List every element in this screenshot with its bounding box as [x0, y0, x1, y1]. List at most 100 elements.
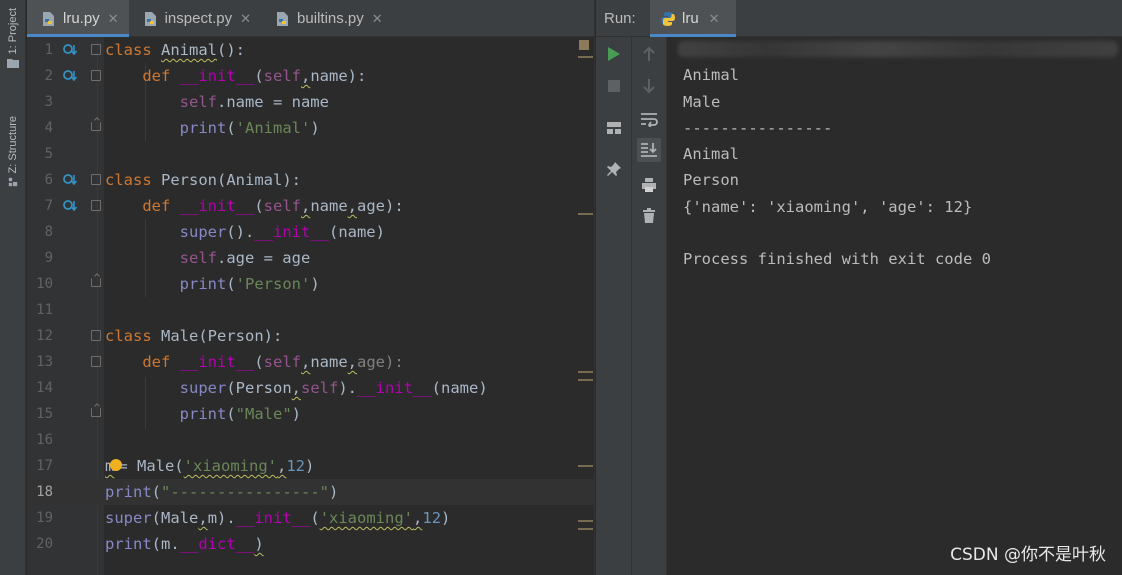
overridden-method-icon[interactable]	[63, 69, 78, 83]
structure-tool-label: Z: Structure	[7, 116, 19, 174]
line-number: 13	[36, 354, 53, 370]
folder-icon	[7, 59, 19, 69]
code-line: 2 def __init__(self,name):	[27, 63, 594, 89]
fold-end-icon[interactable]	[91, 122, 101, 131]
line-number: 15	[36, 406, 53, 422]
line-number: 1	[44, 42, 53, 58]
layout-button[interactable]	[602, 116, 626, 140]
close-icon[interactable]: ✕	[709, 11, 720, 27]
overridden-method-icon[interactable]	[63, 43, 78, 57]
watermark: CSDN @你不是叶秋	[950, 545, 1106, 565]
fold-end-icon[interactable]	[91, 278, 101, 287]
console-line: Person	[683, 171, 739, 189]
soft-wrap-icon	[641, 113, 658, 127]
scroll-to-end-icon	[641, 143, 657, 157]
scroll-marker[interactable]	[578, 371, 593, 373]
code-line: 4 print('Animal')	[27, 115, 594, 141]
run-toolbar-secondary	[632, 37, 667, 575]
tab-lru-py[interactable]: lru.py ✕	[27, 0, 129, 37]
close-icon[interactable]: ✕	[240, 11, 251, 27]
fold-marker-icon[interactable]	[91, 200, 101, 211]
pin-tab-button[interactable]	[602, 157, 626, 181]
scroll-marker[interactable]	[578, 528, 593, 530]
code-line: 7 def __init__(self,name,age):	[27, 193, 594, 219]
line-number: 6	[44, 172, 53, 188]
fold-marker-icon[interactable]	[91, 174, 101, 185]
soft-wrap-button[interactable]	[637, 107, 661, 131]
overridden-method-icon[interactable]	[63, 173, 78, 187]
code-text: class Male(Person):	[105, 327, 283, 345]
code-line: 17 m= Male('xiaoming',12)	[27, 453, 594, 479]
scroll-marker[interactable]	[578, 379, 593, 381]
code-line: 5	[27, 141, 594, 167]
scroll-marker[interactable]	[578, 56, 593, 58]
code-line: 11	[27, 297, 594, 323]
pin-icon	[607, 162, 621, 176]
run-panel-header: Run: lru ✕	[596, 0, 1122, 37]
code-line: 20 print(m.__dict__)	[27, 531, 594, 557]
line-number: 5	[44, 146, 53, 162]
scroll-to-end-button[interactable]	[637, 138, 661, 162]
left-tool-strip: 1: Project Z: Structure	[0, 0, 26, 575]
line-number: 11	[36, 302, 53, 318]
code-line: 1 class Animal():	[27, 37, 594, 63]
code-text: def __init__(self,name,age):	[142, 353, 404, 371]
tab-builtins-py[interactable]: builtins.py ✕	[261, 0, 393, 37]
code-text: m= Male('xiaoming',12)	[105, 453, 314, 479]
code-text: print(m.__dict__)	[105, 535, 264, 553]
project-tool-label: 1: Project	[7, 8, 19, 55]
fold-marker-icon[interactable]	[91, 44, 101, 55]
code-text: super().__init__(name)	[179, 223, 385, 241]
structure-icon	[8, 178, 18, 187]
print-icon	[642, 178, 656, 192]
run-tab-lru[interactable]: lru ✕	[650, 0, 736, 37]
code-line: 15 print("Male")	[27, 401, 594, 427]
code-text: print('Animal')	[179, 119, 320, 137]
structure-tool-tab[interactable]: Z: Structure	[0, 116, 26, 187]
line-number: 16	[36, 432, 53, 448]
clear-all-button[interactable]	[637, 204, 661, 228]
fold-marker-icon[interactable]	[91, 356, 101, 367]
code-text: self.age = age	[179, 249, 311, 267]
print-button[interactable]	[637, 173, 661, 197]
fold-marker-icon[interactable]	[91, 330, 101, 341]
fold-marker-icon[interactable]	[91, 70, 101, 81]
code-text: def __init__(self,name,age):	[142, 197, 404, 215]
code-line: 9 self.age = age	[27, 245, 594, 271]
run-tab-label: lru	[682, 10, 699, 27]
python-file-icon	[43, 11, 54, 26]
code-text: class Person(Animal):	[105, 171, 301, 189]
code-text: self.name = name	[179, 93, 329, 111]
next-occurrence-button[interactable]	[637, 74, 661, 98]
line-number: 7	[44, 198, 53, 214]
blurred-command-path	[678, 41, 1118, 57]
tab-label: inspect.py	[164, 10, 233, 27]
project-tool-tab[interactable]: 1: Project	[0, 8, 26, 69]
arrow-down-icon	[643, 79, 655, 94]
close-icon[interactable]: ✕	[108, 11, 119, 27]
stop-button[interactable]	[602, 74, 626, 98]
code-line: 10 print('Person')	[27, 271, 594, 297]
line-number: 4	[44, 120, 53, 136]
overridden-method-icon[interactable]	[63, 199, 78, 213]
code-line-current: 18 print("----------------")	[27, 479, 594, 505]
line-number: 18	[36, 484, 53, 500]
rerun-button[interactable]	[602, 42, 626, 66]
code-text: def __init__(self,name):	[142, 67, 367, 85]
tab-label: lru.py	[63, 10, 100, 27]
console-line: Animal	[683, 66, 739, 84]
line-number: 9	[44, 250, 53, 266]
fold-end-icon[interactable]	[91, 408, 101, 417]
previous-occurrence-button[interactable]	[637, 42, 661, 66]
line-number: 12	[36, 328, 53, 344]
scroll-marker[interactable]	[578, 213, 593, 215]
run-console-output[interactable]: Animal Male ---------------- Animal Pers…	[668, 37, 1122, 575]
scroll-marker[interactable]	[578, 520, 593, 522]
layout-icon	[607, 122, 621, 134]
tab-inspect-py[interactable]: inspect.py ✕	[129, 0, 261, 37]
code-text: print('Person')	[179, 275, 320, 293]
scroll-marker[interactable]	[578, 465, 593, 467]
close-icon[interactable]: ✕	[372, 11, 383, 27]
code-line: 13 def __init__(self,name,age):	[27, 349, 594, 375]
inspection-status-icon[interactable]	[579, 40, 589, 50]
